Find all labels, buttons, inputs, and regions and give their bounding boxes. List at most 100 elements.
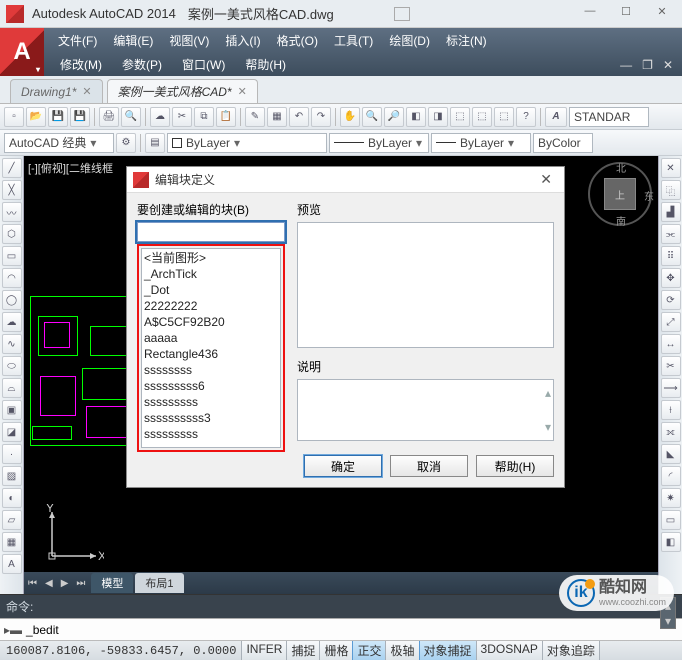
array-icon[interactable]: ⠿ xyxy=(661,246,681,266)
viewcube-top[interactable]: 上 xyxy=(604,178,636,210)
menu-modify[interactable]: 修改(M) xyxy=(50,56,112,73)
tab-nav-next-icon[interactable]: ▶ xyxy=(57,578,73,589)
status-toggle[interactable]: 栅格 xyxy=(319,640,353,660)
line-icon[interactable]: ╱ xyxy=(2,158,22,178)
block-list-item[interactable]: sssssssss6 xyxy=(144,378,278,394)
block-list-item[interactable]: _ArchTick xyxy=(144,266,278,282)
gradient-icon[interactable]: ◐ xyxy=(2,488,22,508)
hatch-icon[interactable]: ▨ xyxy=(2,466,22,486)
move-icon[interactable]: ✥ xyxy=(661,268,681,288)
polygon-icon[interactable]: ⬡ xyxy=(2,224,22,244)
copy-icon[interactable]: ⧉ xyxy=(194,107,214,127)
block-list-item[interactable]: aaaaa xyxy=(144,330,278,346)
menu-param[interactable]: 参数(P) xyxy=(112,56,172,73)
menu-file[interactable]: 文件(F) xyxy=(50,32,105,49)
linetype-combo[interactable]: ByLayer▾ xyxy=(329,133,429,153)
tab-drawing1[interactable]: Drawing1* ✕ xyxy=(10,79,103,103)
help-icon[interactable]: ? xyxy=(516,107,536,127)
zoom-icon[interactable]: 🔎 xyxy=(384,107,404,127)
tab-current-doc[interactable]: 案例一美式风格CAD* ✕ xyxy=(107,79,258,103)
menu-draw[interactable]: 绘图(D) xyxy=(381,32,438,49)
spline-icon[interactable]: ∿ xyxy=(2,334,22,354)
block-icon[interactable]: ◪ xyxy=(2,422,22,442)
arc-icon[interactable]: ◠ xyxy=(2,268,22,288)
menu-tools[interactable]: 工具(T) xyxy=(326,32,381,49)
open-icon[interactable]: 📂 xyxy=(26,107,46,127)
menu-view[interactable]: 视图(V) xyxy=(161,32,217,49)
maximize-button[interactable]: ☐ xyxy=(610,0,642,22)
tool-icon[interactable]: ▭ xyxy=(661,510,681,530)
block-list-item[interactable]: A$C5CF92B20 xyxy=(144,314,278,330)
close-button[interactable]: ✕ xyxy=(646,0,678,22)
redo-icon[interactable]: ↷ xyxy=(311,107,331,127)
menu-dimension[interactable]: 标注(N) xyxy=(438,32,495,49)
new-icon[interactable]: ▫ xyxy=(4,107,24,127)
minimize-button[interactable]: — xyxy=(574,0,606,22)
status-toggle[interactable]: INFER xyxy=(241,640,287,660)
break-icon[interactable]: ⟊ xyxy=(661,400,681,420)
layer-icon[interactable]: ▤ xyxy=(145,133,165,153)
tool-icon[interactable]: ◧ xyxy=(661,532,681,552)
block-list-item[interactable]: ssssssssss xyxy=(144,442,278,448)
chamfer-icon[interactable]: ◣ xyxy=(661,444,681,464)
menu-help[interactable]: 帮助(H) xyxy=(235,56,296,73)
saveas-icon[interactable]: 💾 xyxy=(70,107,90,127)
join-icon[interactable]: ⟗ xyxy=(661,422,681,442)
tab-close-icon[interactable]: ✕ xyxy=(238,85,247,98)
ellipsearc-icon[interactable]: ⌓ xyxy=(2,378,22,398)
command-input-row[interactable]: ▸▬ _bedit xyxy=(0,618,682,640)
rotate-icon[interactable]: ⟳ xyxy=(661,290,681,310)
textstyle-a-icon[interactable]: A xyxy=(545,107,567,127)
lineweight-combo[interactable]: ByLayer▾ xyxy=(431,133,531,153)
publish-icon[interactable]: ☁ xyxy=(150,107,170,127)
gear-icon[interactable]: ⚙ xyxy=(116,133,136,153)
plotstyle-combo[interactable]: ByColor xyxy=(533,133,593,153)
mtext-icon[interactable]: A xyxy=(2,554,22,574)
tab-nav-first-icon[interactable]: ⏮ xyxy=(24,578,41,589)
explode-icon[interactable]: ✷ xyxy=(661,488,681,508)
table-icon[interactable]: ▦ xyxy=(2,532,22,552)
layout1-tab[interactable]: 布局1 xyxy=(135,573,183,593)
block-list-item[interactable]: Rectangle436 xyxy=(144,346,278,362)
block-listbox[interactable]: <当前图形>_ArchTick_Dot22222222A$C5CF92B20aa… xyxy=(141,248,281,448)
cancel-button[interactable]: 取消 xyxy=(390,455,468,477)
paste-icon[interactable]: 📋 xyxy=(216,107,236,127)
extend-icon[interactable]: ⟶ xyxy=(661,378,681,398)
block-icon[interactable]: ▦ xyxy=(267,107,287,127)
scroll-arrows-icon[interactable]: ▴▾ xyxy=(545,386,551,434)
menu-edit[interactable]: 编辑(E) xyxy=(105,32,161,49)
layer-color-combo[interactable]: ByLayer▾ xyxy=(167,133,327,153)
circle-icon[interactable]: ◯ xyxy=(2,290,22,310)
block-list-item[interactable]: 22222222 xyxy=(144,298,278,314)
menu-insert[interactable]: 插入(I) xyxy=(217,32,268,49)
status-toggle[interactable]: 对象追踪 xyxy=(542,640,600,660)
viewport-label[interactable]: [-][俯视][二维线框 xyxy=(28,160,113,176)
application-menu-button[interactable]: A▾ xyxy=(0,28,44,76)
search-box-icon[interactable] xyxy=(394,7,410,21)
zoom-icon[interactable]: 🔍 xyxy=(362,107,382,127)
scale-icon[interactable]: ⤢ xyxy=(661,312,681,332)
block-name-input[interactable] xyxy=(137,222,285,242)
tool-icon[interactable]: ◧ xyxy=(406,107,426,127)
mirror-icon[interactable]: ▟ xyxy=(661,202,681,222)
tool-icon[interactable]: ⬚ xyxy=(450,107,470,127)
status-toggle[interactable]: 3DOSNAP xyxy=(476,640,543,660)
tab-close-icon[interactable]: ✕ xyxy=(82,85,91,98)
block-list-item[interactable]: <当前图形> xyxy=(144,250,278,266)
help-button[interactable]: 帮助(H) xyxy=(476,455,554,477)
block-list-item[interactable]: sssssssss xyxy=(144,394,278,410)
cut-icon[interactable]: ✂ xyxy=(172,107,192,127)
textstyle-combo[interactable]: STANDAR xyxy=(569,107,649,127)
menu-format[interactable]: 格式(O) xyxy=(269,32,326,49)
save-icon[interactable]: 💾 xyxy=(48,107,68,127)
stretch-icon[interactable]: ↔ xyxy=(661,334,681,354)
block-list-item[interactable]: _Dot xyxy=(144,282,278,298)
pan-icon[interactable]: ✋ xyxy=(340,107,360,127)
undo-icon[interactable]: ↶ xyxy=(289,107,309,127)
dialog-titlebar[interactable]: 编辑块定义 ✕ xyxy=(127,167,564,193)
doc-minimize-button[interactable]: — xyxy=(617,58,635,72)
menu-window[interactable]: 窗口(W) xyxy=(172,56,235,73)
erase-icon[interactable]: ✕ xyxy=(661,158,681,178)
tool-icon[interactable]: ⬚ xyxy=(494,107,514,127)
match-icon[interactable]: ✎ xyxy=(245,107,265,127)
